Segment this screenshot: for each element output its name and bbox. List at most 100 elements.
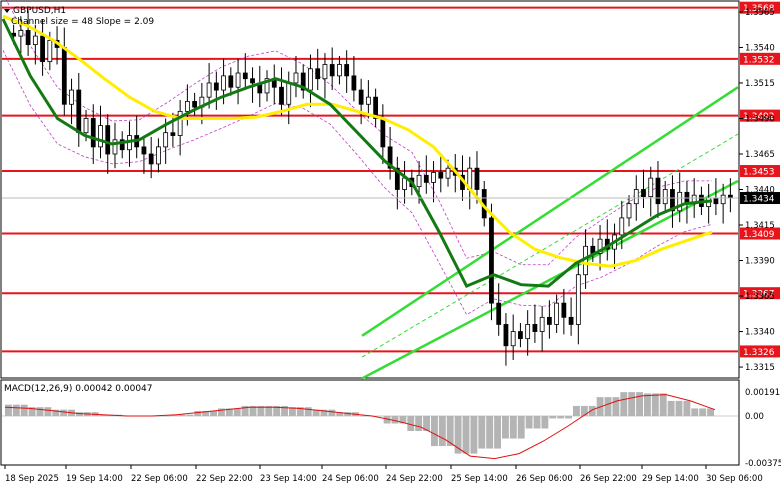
candle-body	[496, 302, 502, 325]
macd-bar	[478, 415, 486, 449]
candle-body	[170, 132, 176, 136]
candle-body	[90, 118, 96, 148]
macd-bar	[44, 407, 52, 416]
macd-bar	[659, 393, 667, 416]
macd-bar	[588, 405, 596, 416]
x-tick-label: 18 Sep 2025	[5, 474, 59, 484]
macd-bar	[210, 410, 217, 416]
macd-bar	[415, 415, 423, 432]
candle-body	[235, 72, 241, 88]
macd-y-label: 0.00	[745, 412, 764, 422]
macd-bar	[502, 415, 509, 439]
candle-body	[61, 47, 67, 105]
macd-bar	[675, 400, 683, 416]
macd-bar	[549, 415, 557, 419]
macd-bar	[557, 415, 565, 419]
macd-y-label: -0.00375	[745, 459, 781, 469]
y-tick-label: 1.3415	[745, 221, 775, 231]
macd-bar	[580, 405, 588, 416]
candle-body	[648, 177, 654, 198]
macd-bar	[36, 407, 44, 416]
macd-bar	[494, 415, 501, 449]
macd-bar	[651, 393, 659, 416]
candle-body	[329, 64, 335, 77]
candle-body	[510, 331, 516, 347]
y-tick-label: 1.3390	[745, 257, 775, 267]
candle-body	[503, 324, 509, 347]
macd-bar	[707, 408, 714, 416]
candle-body	[192, 101, 198, 108]
x-tick-label: 22 Sep 06:00	[131, 474, 188, 484]
candle-body	[402, 177, 407, 190]
candle-body	[98, 125, 103, 148]
level-label: 1.3326	[743, 348, 775, 358]
level-label: 1.3532	[743, 55, 775, 65]
macd-bar	[438, 415, 446, 447]
x-tick-label: 24 Sep 06:00	[322, 474, 379, 484]
candle-body	[416, 174, 422, 188]
macd-bar	[604, 397, 612, 416]
candle-body	[474, 167, 480, 190]
macd-bar	[12, 404, 20, 416]
candle-body	[633, 189, 639, 205]
channel-info: Channel size = 48 Slope = 2.09	[11, 17, 154, 27]
x-tick-label: 23 Sep 14:00	[260, 474, 317, 484]
candle-body	[286, 82, 292, 105]
x-tick-label: 22 Sep 22:00	[196, 474, 253, 484]
candle-body	[228, 75, 234, 88]
macd-bar	[304, 407, 312, 416]
y-tick-label: 1.3515	[745, 79, 775, 89]
candle-body	[18, 30, 24, 37]
candle-body	[365, 96, 371, 105]
x-tick-label: 30 Sep 06:00	[706, 474, 763, 484]
macd-bar	[509, 415, 517, 439]
macd-bar	[683, 400, 691, 416]
candle-body	[554, 302, 560, 325]
candle-body	[445, 167, 451, 179]
candle-body	[25, 30, 31, 46]
candle-body	[380, 118, 386, 148]
candle-body	[626, 203, 632, 219]
candle-body	[358, 89, 364, 105]
candle-body	[344, 64, 350, 77]
candle-body	[720, 194, 726, 205]
level-label: 1.3409	[743, 230, 775, 240]
candle-body	[242, 72, 248, 80]
macd-bar	[431, 415, 438, 447]
candle-body	[83, 118, 89, 134]
candle-body	[213, 82, 219, 91]
y-tick-label: 1.3465	[745, 150, 775, 160]
candle-body	[561, 302, 567, 318]
macd-bar	[360, 415, 367, 417]
candle-body	[351, 75, 357, 91]
candle-body	[76, 89, 82, 134]
candle-body	[105, 125, 111, 155]
macd-bar	[525, 415, 533, 429]
macd-bar	[178, 414, 186, 416]
chart-title: GBPUSD,H1	[13, 6, 66, 16]
candle-body	[677, 191, 683, 212]
macd-bar	[573, 405, 580, 416]
macd-bar	[691, 408, 699, 416]
macd-bar	[667, 400, 675, 416]
candle-body	[141, 146, 147, 155]
time-axis: 18 Sep 2025 19 Sep 14:00 22 Sep 06:00 22 Se…	[4, 465, 763, 484]
x-tick-label: 26 Sep 22:00	[580, 474, 637, 484]
macd-bar	[699, 408, 707, 416]
candle-body	[546, 316, 552, 325]
macd-bar	[194, 410, 202, 416]
candle-body	[69, 89, 74, 105]
macd-bar	[565, 415, 572, 419]
candle-body	[662, 189, 668, 205]
candle-body	[489, 217, 494, 304]
candle-body	[221, 75, 226, 91]
candle-body	[518, 331, 523, 340]
candle-body	[438, 172, 444, 179]
x-tick-label: 29 Sep 14:00	[642, 474, 699, 484]
macd-bar	[628, 392, 636, 416]
macd-bar	[620, 392, 628, 416]
y-tick-label: 1.3340	[745, 328, 775, 338]
macd-bar	[60, 409, 68, 416]
candle-body	[279, 86, 284, 105]
candle-body	[315, 68, 321, 80]
